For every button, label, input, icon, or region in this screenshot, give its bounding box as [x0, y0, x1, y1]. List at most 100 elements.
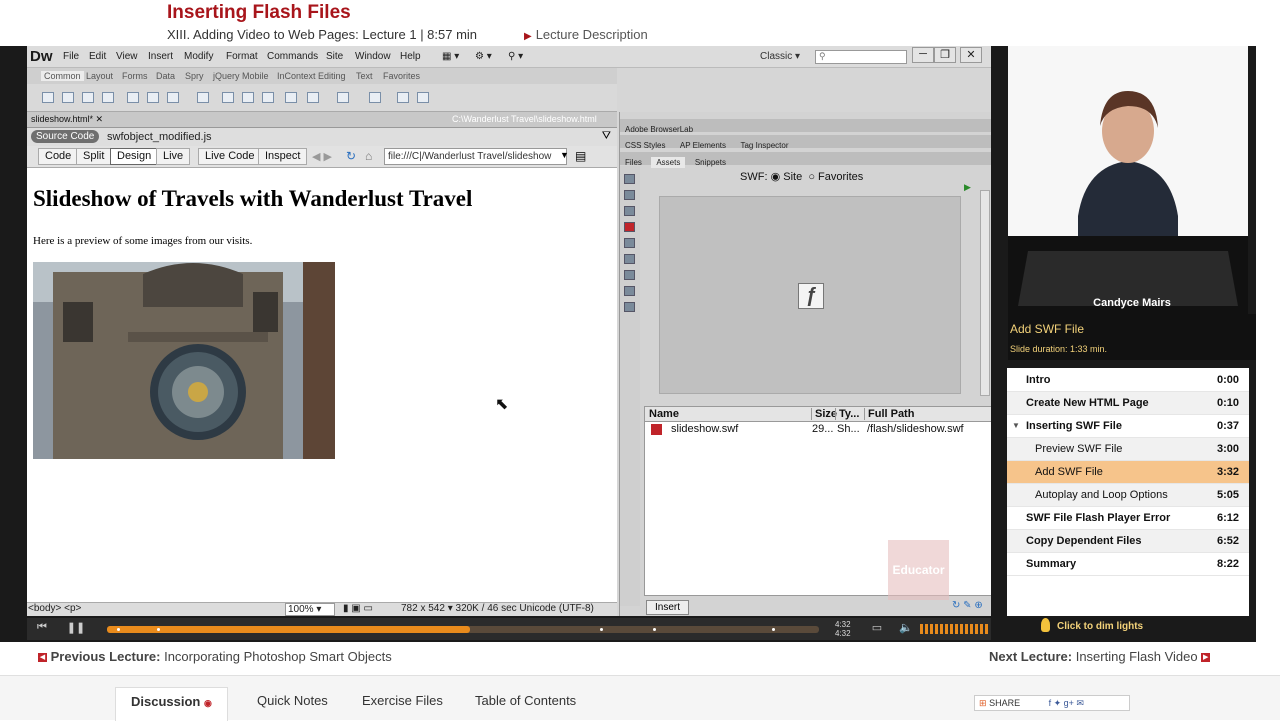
- anchor-icon[interactable]: [82, 92, 94, 103]
- help-search-input[interactable]: ⚲: [815, 50, 907, 64]
- tab-ap-elements[interactable]: AP Elements: [675, 140, 731, 151]
- page-paragraph[interactable]: Here is a preview of some images from ou…: [33, 235, 252, 247]
- menu-site[interactable]: Site: [326, 51, 343, 62]
- menu-insert[interactable]: Insert: [148, 51, 173, 62]
- menu-format[interactable]: Format: [226, 51, 258, 62]
- address-bar[interactable]: file:///C|/Wanderlust Travel/slideshow: [384, 148, 567, 165]
- page-heading[interactable]: Slideshow of Travels with Wanderlust Tra…: [33, 186, 472, 212]
- email-link-icon[interactable]: [62, 92, 74, 103]
- head-icon[interactable]: [285, 92, 297, 103]
- widget-icon[interactable]: [197, 92, 209, 103]
- chevron-down-icon[interactable]: ▼: [560, 150, 569, 160]
- media-icon[interactable]: [167, 92, 179, 103]
- image-icon[interactable]: [147, 92, 159, 103]
- home-icon[interactable]: ⌂: [365, 149, 372, 163]
- templates-category-icon[interactable]: [624, 286, 635, 296]
- chapter-flash-error[interactable]: SWF File Flash Player Error 6:12: [1007, 507, 1249, 530]
- menu-modify[interactable]: Modify: [184, 51, 213, 62]
- table-icon[interactable]: [102, 92, 114, 103]
- movies-category-icon[interactable]: [624, 254, 635, 264]
- lecture-description-link[interactable]: ▶ Lecture Description: [524, 27, 648, 42]
- tab-quick-notes[interactable]: Quick Notes: [242, 687, 343, 714]
- volume-slider[interactable]: [920, 624, 988, 634]
- flash-icon[interactable]: [397, 92, 409, 103]
- insert-tab-forms[interactable]: Forms: [122, 71, 148, 81]
- expand-arrow-icon[interactable]: ▼: [1012, 421, 1020, 430]
- column-full-path[interactable]: Full Path: [864, 408, 914, 420]
- insert-tab-layout[interactable]: Layout: [86, 71, 113, 81]
- swf-category-icon[interactable]: [624, 222, 635, 232]
- tab-assets[interactable]: Assets: [651, 157, 686, 168]
- scripts-category-icon[interactable]: [624, 270, 635, 280]
- select-tool-icon[interactable]: ▮ ▣ ▭: [343, 603, 373, 614]
- chapter-copy-dependent[interactable]: Copy Dependent Files 6:52: [1007, 530, 1249, 553]
- images-category-icon[interactable]: [624, 174, 635, 184]
- column-size[interactable]: Size: [811, 408, 837, 420]
- insert-tab-common[interactable]: Common: [41, 71, 84, 81]
- inspect-button[interactable]: Inspect: [258, 148, 308, 165]
- tag-selector[interactable]: <body> <p>: [28, 603, 81, 614]
- tab-css-styles[interactable]: CSS Styles: [620, 140, 670, 151]
- close-button[interactable]: ✕: [960, 47, 982, 63]
- script-icon[interactable]: [307, 92, 319, 103]
- insert-asset-button[interactable]: Insert: [646, 600, 690, 615]
- column-name[interactable]: Name: [649, 408, 679, 420]
- tab-tag-inspector[interactable]: Tag Inspector: [735, 140, 793, 151]
- pause-icon[interactable]: ❚❚: [65, 621, 87, 637]
- menu-commands[interactable]: Commands: [267, 51, 318, 62]
- insert-tab-spry[interactable]: Spry: [185, 71, 204, 81]
- server-include-icon[interactable]: [242, 92, 254, 103]
- date-icon[interactable]: [222, 92, 234, 103]
- minimize-button[interactable]: ─: [912, 47, 934, 63]
- subchapter-add-swf[interactable]: Add SWF File 3:32: [1007, 461, 1249, 484]
- seek-bar[interactable]: [107, 626, 819, 633]
- chapter-intro[interactable]: Intro 0:00: [1007, 369, 1249, 392]
- refresh-icon[interactable]: ↻: [346, 149, 356, 163]
- menu-view[interactable]: View: [116, 51, 138, 62]
- play-icon[interactable]: ▶: [964, 182, 971, 193]
- visual-aids-icon[interactable]: ▤: [575, 149, 586, 163]
- tab-exercise-files[interactable]: Exercise Files: [347, 687, 458, 714]
- previous-lecture-link[interactable]: ◀ Previous Lecture: Incorporating Photos…: [38, 649, 392, 664]
- site-icon[interactable]: ⚲ ▾: [508, 51, 523, 62]
- column-type[interactable]: Ty...: [835, 408, 859, 420]
- insert-tab-favorites[interactable]: Favorites: [383, 71, 420, 81]
- back-icon[interactable]: ◀ ▶: [312, 150, 332, 163]
- library-category-icon[interactable]: [624, 302, 635, 312]
- layout-icon[interactable]: ▦ ▾: [442, 51, 459, 62]
- shockwave-icon[interactable]: [417, 92, 429, 103]
- tab-discussion[interactable]: Discussion ◉: [115, 687, 228, 721]
- div-icon[interactable]: [127, 92, 139, 103]
- live-code-button[interactable]: Live Code: [198, 148, 262, 165]
- code-view-button[interactable]: Code: [38, 148, 79, 165]
- share-button[interactable]: ⊞ SHARE f ✦ g+ ✉: [974, 695, 1130, 711]
- shockwave-category-icon[interactable]: [624, 238, 635, 248]
- filter-icon[interactable]: ⛛: [602, 130, 611, 143]
- insert-tab-text[interactable]: Text: [356, 71, 373, 81]
- split-view-button[interactable]: Split: [76, 148, 112, 165]
- gear-icon[interactable]: ⚙ ▾: [475, 51, 492, 62]
- design-view[interactable]: Slideshow of Travels with Wanderlust Tra…: [27, 168, 617, 602]
- subchapter-autoplay[interactable]: Autoplay and Loop Options 5:05: [1007, 484, 1249, 507]
- asset-row[interactable]: slideshow.swf 29... Sh... /flash/slidesh…: [645, 423, 991, 437]
- lightbulb-icon[interactable]: [1041, 618, 1050, 632]
- tab-snippets[interactable]: Snippets: [690, 157, 731, 168]
- refresh-assets-icon[interactable]: ↻ ✎ ⊕: [952, 600, 983, 611]
- tab-table-of-contents[interactable]: Table of Contents: [460, 687, 591, 714]
- design-view-button[interactable]: Design: [110, 148, 159, 165]
- chapter-summary[interactable]: Summary 8:22: [1007, 553, 1249, 576]
- chapter-inserting-swf[interactable]: ▼ Inserting SWF File 0:37: [1007, 415, 1249, 438]
- skip-back-icon[interactable]: ⏮: [31, 621, 53, 637]
- menu-edit[interactable]: Edit: [89, 51, 106, 62]
- comment-icon[interactable]: [262, 92, 274, 103]
- subchapter-preview-swf[interactable]: Preview SWF File 3:00: [1007, 438, 1249, 461]
- urls-category-icon[interactable]: [624, 206, 635, 216]
- menu-file[interactable]: File: [63, 51, 79, 62]
- maximize-button[interactable]: ❐: [934, 47, 956, 63]
- menu-help[interactable]: Help: [400, 51, 421, 62]
- browserlab-panel-tab[interactable]: Adobe BrowserLab: [620, 119, 991, 134]
- colors-category-icon[interactable]: [624, 190, 635, 200]
- preview-scrollbar[interactable]: [980, 190, 990, 396]
- fullscreen-icon[interactable]: ▭: [866, 621, 888, 637]
- dim-lights-link[interactable]: Click to dim lights: [1057, 621, 1143, 632]
